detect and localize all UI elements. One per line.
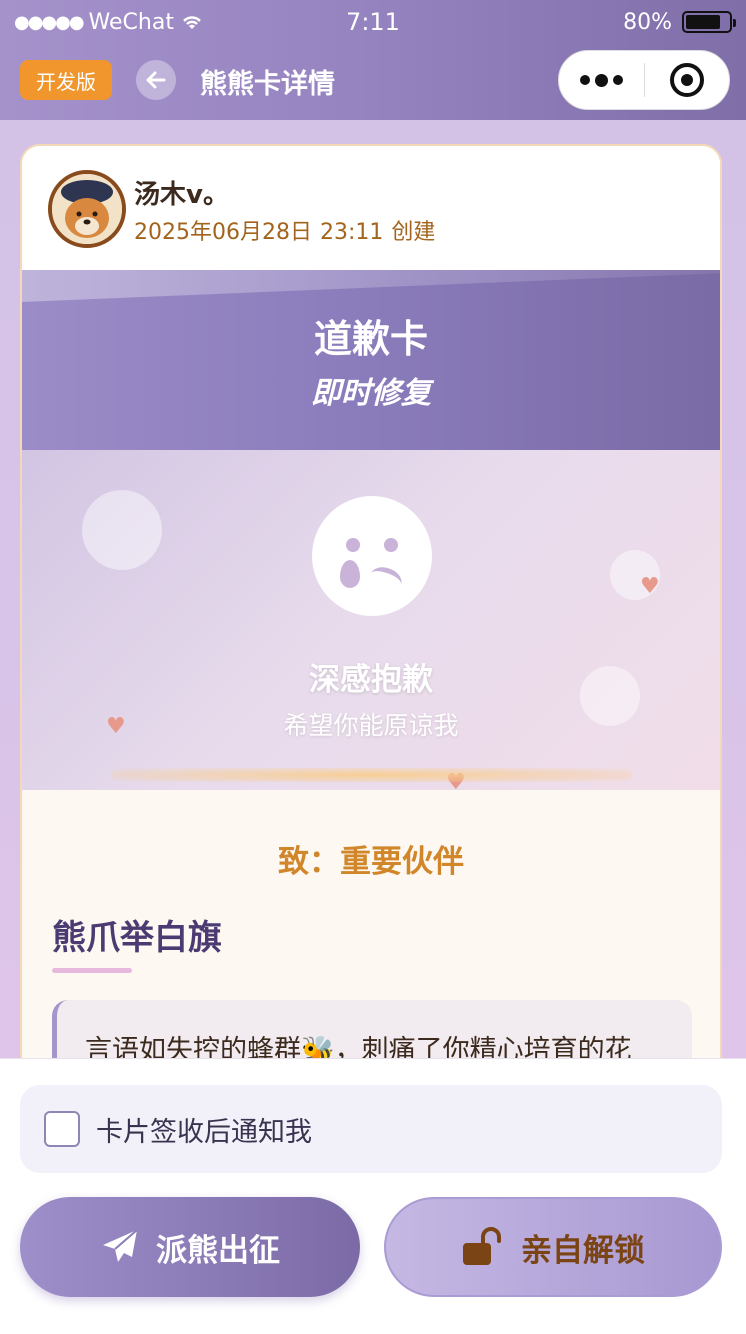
send-button-label: 派熊出征 [156, 1232, 280, 1269]
target-circle-icon [669, 63, 704, 97]
message-title: 熊爪举白旗 [52, 918, 222, 958]
unlock-button-label: 亲自解锁 [521, 1232, 645, 1269]
bear-card: 汤木v。 2025年06月28日 23:11 创建 道歉卡 即时修复 ♥ ♥ ♥ 深… [20, 144, 722, 1104]
status-right: 80% [623, 9, 736, 35]
created-date: 2025年06月28日 [134, 220, 312, 245]
card-content: 致：重要伙伴 熊爪举白旗 言语如失控的蜂群🐝，刺痛了你精心培育的花 [22, 790, 720, 1102]
card-type-subtitle: 即时修复 [311, 376, 431, 411]
more-dot-icon [612, 75, 623, 85]
decor-bubble [82, 490, 162, 570]
signal-dots-icon: ●●●●● [14, 11, 85, 33]
carrier-label: WeChat [88, 9, 174, 35]
close-mini-program-button[interactable] [645, 63, 730, 97]
heart-icon: ♥ [640, 574, 660, 599]
illustration-subtitle: 希望你能原谅我 [283, 711, 459, 740]
created-timestamp: 2025年06月28日 23:11 创建 [134, 214, 435, 246]
avatar[interactable] [48, 170, 126, 248]
paper-plane-icon [103, 1229, 138, 1262]
created-time: 23:11 [319, 220, 384, 245]
card-type-title: 道歉卡 [313, 317, 428, 361]
unlock-button[interactable]: 亲自解锁 [384, 1197, 722, 1297]
nav-row: 开发版 熊熊卡详情 [0, 44, 746, 120]
more-menu-button[interactable] [559, 73, 644, 87]
send-bear-button[interactable]: 派熊出征 [20, 1197, 360, 1297]
unlock-icon [463, 1227, 501, 1265]
card-banner: 道歉卡 即时修复 [22, 270, 720, 450]
back-button[interactable] [136, 60, 176, 100]
crying-face-icon [312, 496, 432, 616]
status-left: ●●●●● WeChat [14, 10, 204, 35]
battery-fill [686, 15, 720, 29]
glow-divider [112, 768, 632, 782]
card-user-row: 汤木v。 2025年06月28日 23:11 创建 [22, 146, 720, 270]
status-bar: ●●●●● WeChat 7:11 80% [0, 0, 746, 44]
card-illustration: ♥ ♥ ♥ 深感抱歉 希望你能原谅我 [22, 450, 720, 790]
bottom-action-panel: 卡片签收后通知我 派熊出征 亲自解锁 [0, 1058, 746, 1334]
recipient-line: 致：重要伙伴 [278, 844, 464, 880]
dev-version-badge: 开发版 [20, 60, 112, 100]
notify-option[interactable]: 卡片签收后通知我 [20, 1085, 722, 1173]
arrow-left-icon [146, 71, 166, 89]
user-name: 汤木v。 [134, 180, 229, 210]
notify-checkbox[interactable] [44, 1111, 80, 1147]
title-underline [52, 968, 132, 973]
battery-percent: 80% [623, 9, 672, 35]
battery-icon [682, 11, 736, 33]
notify-label: 卡片签收后通知我 [96, 1116, 312, 1148]
dog-avatar-icon [52, 174, 122, 244]
created-suffix: 创建 [391, 220, 436, 245]
illustration-title: 深感抱歉 [309, 662, 433, 698]
mini-program-capsule [558, 50, 730, 110]
more-dot-icon [594, 73, 608, 87]
wifi-icon [183, 16, 201, 29]
page-title: 熊熊卡详情 [200, 69, 335, 100]
banner-shine [22, 270, 720, 302]
more-dot-icon [579, 75, 590, 85]
